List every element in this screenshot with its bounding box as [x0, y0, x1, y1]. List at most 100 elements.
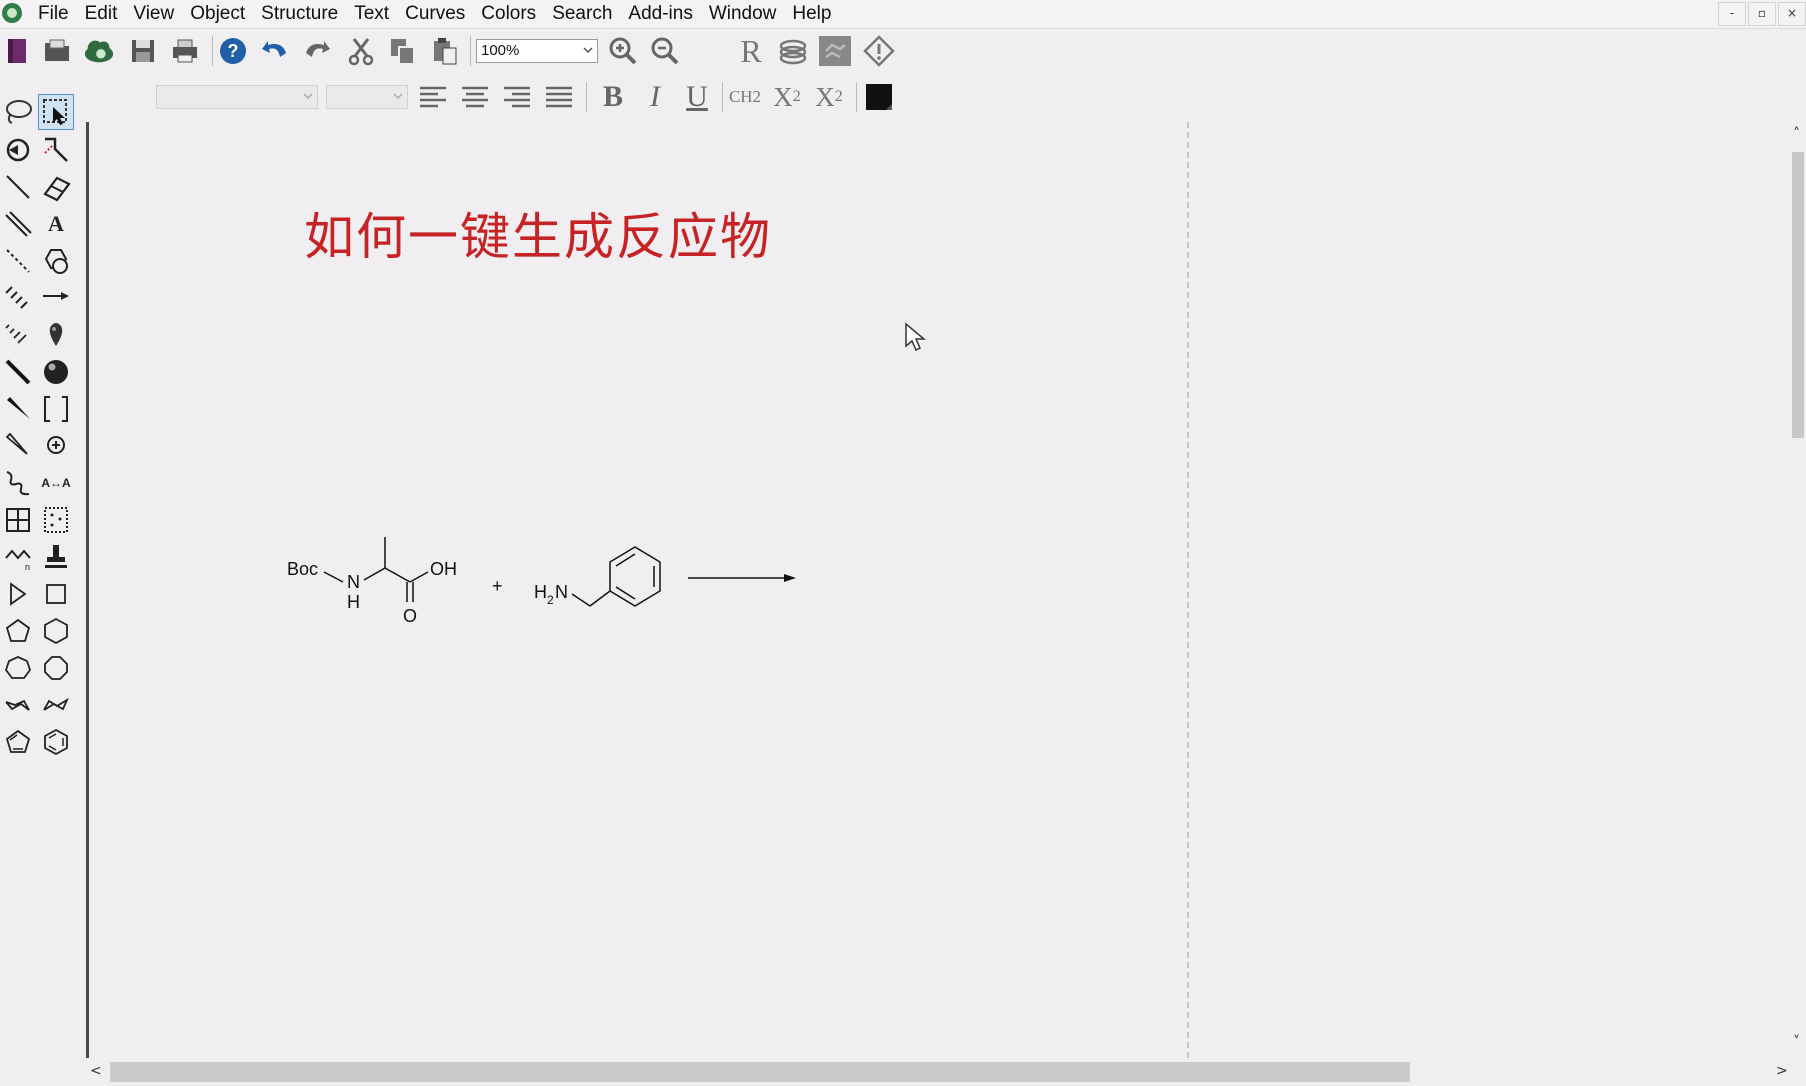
chemical-symbol-icon[interactable] — [38, 428, 74, 464]
underline-button[interactable]: U — [680, 80, 714, 114]
cyclohexane-chair-alt-icon[interactable] — [38, 687, 74, 723]
cloud-open-icon[interactable] — [82, 34, 116, 68]
align-left-icon[interactable] — [416, 80, 450, 114]
scroll-up-icon[interactable]: ˄ — [1793, 126, 1800, 142]
minimize-button[interactable]: - — [1718, 2, 1746, 26]
svg-text:?: ? — [228, 41, 239, 61]
multiple-bond-icon[interactable] — [0, 206, 36, 242]
arrow-icon[interactable] — [38, 280, 74, 316]
structure-cleanup-icon[interactable] — [818, 34, 852, 68]
reaction-arrow[interactable] — [688, 574, 796, 582]
close-button[interactable]: × — [1778, 2, 1806, 26]
heptagon-icon[interactable] — [0, 650, 36, 686]
dashed-bond-icon[interactable] — [0, 243, 36, 279]
vertical-scroll-thumb[interactable] — [1792, 152, 1804, 438]
help-icon[interactable]: ? — [216, 34, 250, 68]
subscript-button[interactable]: X2 — [770, 80, 804, 114]
menu-file[interactable]: File — [30, 0, 77, 28]
menu-add-ins[interactable]: Add-ins — [620, 0, 700, 28]
hashed-bond-icon[interactable] — [0, 280, 36, 316]
acyclic-chain-icon[interactable]: n — [0, 539, 36, 575]
text-color-swatch[interactable] — [862, 80, 896, 114]
menu-structure[interactable]: Structure — [253, 0, 346, 28]
text-tool-icon[interactable]: A — [38, 206, 74, 242]
cut-icon[interactable] — [344, 34, 378, 68]
vertical-scrollbar[interactable]: ˄ ˅ — [1790, 122, 1806, 1058]
boc-alanine-structure[interactable]: Boc N H OH O — [287, 537, 457, 626]
marquee-icon[interactable] — [38, 94, 74, 130]
cyclopentadiene-icon[interactable] — [0, 724, 36, 760]
wedge-bond-icon[interactable] — [0, 391, 36, 427]
restore-button[interactable]: ▫ — [1748, 2, 1776, 26]
pentagon-icon[interactable] — [0, 613, 36, 649]
table-icon[interactable] — [0, 502, 36, 538]
template-icon[interactable] — [38, 243, 74, 279]
superscript-button[interactable]: X2 — [812, 80, 846, 114]
hashed-wedge-icon[interactable] — [0, 317, 36, 353]
paste-icon[interactable] — [428, 34, 462, 68]
stack-icon[interactable] — [776, 34, 810, 68]
menu-view[interactable]: View — [125, 0, 182, 28]
square-icon[interactable] — [38, 576, 74, 612]
justify-icon[interactable] — [542, 80, 576, 114]
check-structure-icon[interactable] — [862, 34, 896, 68]
atom-map-icon[interactable]: A↔A — [38, 465, 74, 501]
menu-text[interactable]: Text — [346, 0, 397, 28]
octagon-icon[interactable] — [38, 650, 74, 686]
menu-curves[interactable]: Curves — [397, 0, 473, 28]
structure-perspective-icon[interactable] — [0, 132, 36, 168]
open-folder-icon[interactable] — [40, 34, 74, 68]
eraser-icon[interactable] — [38, 169, 74, 205]
svg-text:n: n — [25, 562, 30, 572]
menu-window[interactable]: Window — [701, 0, 785, 28]
copy-icon[interactable] — [386, 34, 420, 68]
redo-icon[interactable] — [300, 34, 334, 68]
formula-button[interactable]: CH2 — [728, 80, 762, 114]
wavy-bond-icon[interactable] — [0, 465, 36, 501]
align-center-icon[interactable] — [458, 80, 492, 114]
menu-object[interactable]: Object — [182, 0, 253, 28]
bracket-icon[interactable] — [38, 391, 74, 427]
scroll-left-icon[interactable]: < — [90, 1063, 102, 1079]
orbital-icon[interactable] — [38, 317, 74, 353]
scroll-down-icon[interactable]: ˅ — [1793, 1034, 1800, 1050]
save-icon[interactable] — [126, 34, 160, 68]
triangle-icon[interactable] — [0, 576, 36, 612]
undo-icon[interactable] — [258, 34, 292, 68]
mass-fragmentation-icon[interactable] — [38, 132, 74, 168]
zoom-out-icon[interactable] — [648, 34, 682, 68]
hexagon-icon[interactable] — [38, 613, 74, 649]
chemdraw-window: File Edit View Object Structure Text Cur… — [0, 0, 1806, 1086]
solid-bond-icon[interactable] — [0, 169, 36, 205]
benzene-icon[interactable] — [38, 724, 74, 760]
chemdraw-logo-icon[interactable] — [2, 3, 22, 23]
query-icon[interactable] — [38, 502, 74, 538]
scroll-right-icon[interactable]: > — [1776, 1063, 1788, 1079]
menu-search[interactable]: Search — [544, 0, 620, 28]
zoom-in-icon[interactable] — [606, 34, 640, 68]
print-icon[interactable] — [168, 34, 202, 68]
menu-edit[interactable]: Edit — [77, 0, 126, 28]
cyclohexane-chair-icon[interactable] — [0, 687, 36, 723]
document-title[interactable]: 如何一键生成反应物 — [304, 197, 772, 269]
horizontal-scrollbar[interactable]: < > — [90, 1058, 1790, 1086]
menu-help[interactable]: Help — [784, 0, 839, 28]
drawing-element-icon[interactable] — [38, 354, 74, 390]
lasso-icon[interactable] — [0, 94, 36, 130]
new-document-icon[interactable] — [0, 34, 34, 68]
menu-colors[interactable]: Colors — [473, 0, 544, 28]
align-right-icon[interactable] — [500, 80, 534, 114]
zoom-select[interactable]: 100% — [476, 39, 598, 63]
font-size-select[interactable] — [326, 85, 408, 109]
horizontal-scroll-thumb[interactable] — [110, 1062, 1410, 1082]
wedged-hash-bond-icon[interactable] — [0, 428, 36, 464]
reaction-scheme[interactable]: Boc N H OH O + H 2 N — [270, 392, 910, 632]
benzylamine-structure[interactable]: H 2 N — [534, 546, 661, 607]
bold-button[interactable]: B — [596, 80, 630, 114]
font-name-select[interactable] — [156, 85, 318, 109]
italic-button[interactable]: I — [638, 80, 672, 114]
drawing-canvas[interactable]: 如何一键生成反应物 Boc N H OH O + H 2 N — [90, 122, 1790, 1058]
bold-bond-icon[interactable] — [0, 354, 36, 390]
stamp-icon[interactable] — [38, 539, 74, 575]
rgroup-icon[interactable]: R — [734, 34, 768, 68]
